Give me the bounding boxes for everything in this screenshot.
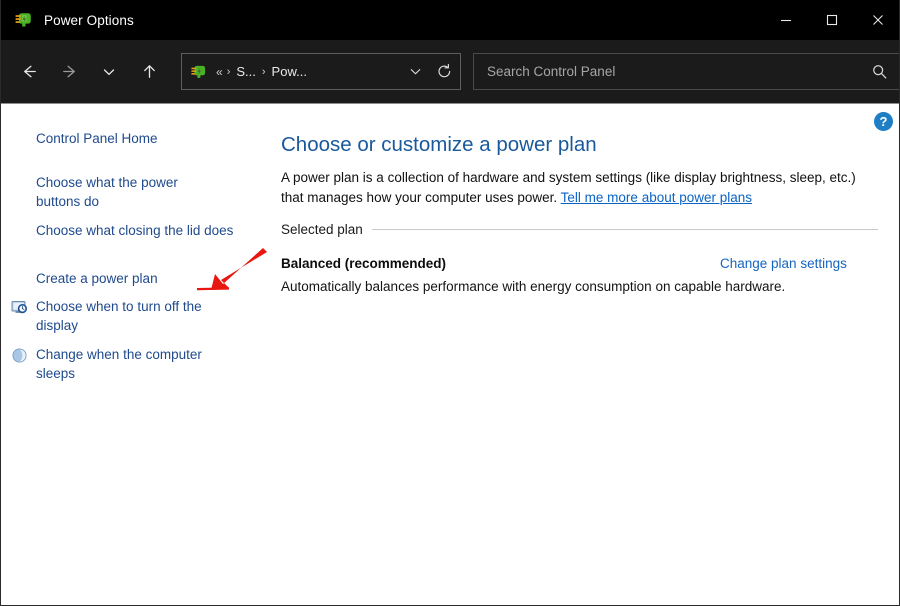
power-plug-icon	[14, 10, 34, 30]
breadcrumb: « › S... › Pow...	[216, 64, 309, 79]
sidebar-item-power-buttons[interactable]: Choose what the power buttons do	[36, 173, 208, 211]
breadcrumb-separator-1: ›	[262, 66, 266, 78]
sidebar-item-control-panel-home[interactable]: Control Panel Home	[36, 129, 236, 148]
breadcrumb-item-0[interactable]: S...	[234, 64, 258, 79]
section-divider	[372, 229, 878, 230]
sidebar-item-create-power-plan[interactable]: Create a power plan	[36, 269, 236, 288]
sidebar: Control Panel Home Choose what the power…	[1, 104, 269, 606]
sidebar-item-turn-off-display[interactable]: Choose when to turn off the display	[36, 297, 236, 335]
maximize-button[interactable]	[809, 0, 855, 40]
recent-locations-chevron-down-icon[interactable]	[89, 55, 129, 89]
sidebar-item-computer-sleeps[interactable]: Change when the computer sleeps	[36, 345, 236, 383]
main-panel: Choose or customize a power plan A power…	[281, 104, 881, 606]
refresh-icon[interactable]	[428, 63, 460, 80]
page-title: Choose or customize a power plan	[281, 133, 597, 157]
sidebar-item-closing-lid[interactable]: Choose what closing the lid does	[36, 221, 236, 240]
minimize-button[interactable]	[763, 0, 809, 40]
breadcrumb-overflow[interactable]: «	[216, 65, 223, 79]
selected-plan-section-header: Selected plan	[281, 222, 878, 237]
window-controls	[763, 0, 900, 40]
search-box[interactable]: Search Control Panel	[473, 53, 900, 90]
tell-me-more-link[interactable]: Tell me more about power plans	[561, 190, 752, 205]
title-bar: Power Options	[1, 0, 900, 40]
power-options-window: Power Options	[0, 0, 900, 606]
forward-arrow-icon[interactable]	[49, 55, 89, 89]
up-arrow-icon[interactable]	[129, 55, 169, 89]
page-description: A power plan is a collection of hardware…	[281, 168, 878, 208]
change-plan-settings-link[interactable]: Change plan settings	[720, 256, 847, 271]
plan-name: Balanced (recommended)	[281, 256, 446, 271]
close-button[interactable]	[855, 0, 900, 40]
search-icon[interactable]	[858, 63, 900, 80]
moon-icon	[11, 347, 28, 364]
plan-description: Automatically balances performance with …	[281, 277, 785, 296]
back-arrow-icon[interactable]	[9, 55, 49, 89]
content-area: ? Control Panel Home Choose what the pow…	[1, 104, 900, 606]
search-input[interactable]: Search Control Panel	[487, 64, 858, 79]
monitor-clock-icon	[11, 299, 28, 316]
window-title: Power Options	[44, 13, 134, 28]
address-chevron-down-icon[interactable]	[402, 64, 428, 79]
section-label: Selected plan	[281, 222, 372, 237]
address-power-plug-icon	[190, 63, 208, 81]
navigation-toolbar: « › S... › Pow... Search Control Panel	[1, 40, 900, 104]
address-bar[interactable]: « › S... › Pow...	[181, 53, 461, 90]
breadcrumb-separator-0: ›	[227, 66, 231, 78]
breadcrumb-item-1[interactable]: Pow...	[270, 64, 309, 79]
